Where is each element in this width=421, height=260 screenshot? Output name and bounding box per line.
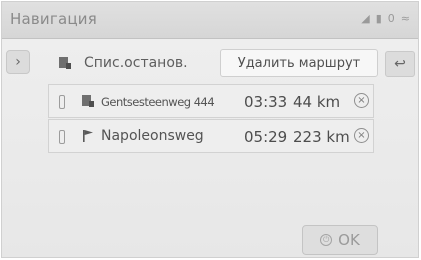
stop-time: 05:29 (244, 128, 288, 146)
stop-name: Gentsesteenweg 444 (101, 95, 215, 109)
signal-icon: ◢ (361, 12, 370, 25)
stop-distance: 44 km (293, 93, 341, 111)
expand-button[interactable]: › (6, 50, 30, 74)
wifi-icon: ≈ (400, 12, 410, 25)
ok-button[interactable]: ⏻ OK (302, 225, 378, 255)
title-bar: Навигация ◢ ▮ 0 ≈ (2, 2, 418, 39)
stop-name: Napoleonsweg (101, 128, 204, 144)
waypoint-icon (82, 95, 94, 107)
list-item[interactable]: Napoleonsweg 05:29 223 km × (48, 119, 374, 153)
back-button[interactable]: ↩ (385, 51, 415, 77)
navigation-screen: Навигация ◢ ▮ 0 ≈ › Спис.останов. Удалит… (1, 1, 419, 258)
list-item[interactable]: Gentsesteenweg 444 03:33 44 km × (48, 84, 374, 118)
delete-route-button[interactable]: Удалить маршрут (220, 49, 378, 77)
stop-distance: 223 km (293, 128, 350, 146)
remove-stop-icon[interactable]: × (354, 93, 369, 108)
remove-stop-icon[interactable]: × (354, 128, 369, 143)
message-count: 0 (387, 12, 395, 25)
ok-label: OK (338, 231, 360, 249)
lock-icon: ▮ (375, 12, 382, 25)
flag-icon (83, 130, 93, 142)
stop-list-label: Спис.останов. (84, 55, 188, 71)
status-area: ◢ ▮ 0 ≈ (361, 12, 410, 25)
drag-handle-icon[interactable] (59, 130, 65, 144)
ok-icon: ⏻ (320, 234, 333, 246)
stop-time: 03:33 (244, 93, 288, 111)
stop-list-icon (59, 57, 71, 69)
drag-handle-icon[interactable] (59, 95, 65, 109)
page-title: Навигация (10, 10, 97, 28)
